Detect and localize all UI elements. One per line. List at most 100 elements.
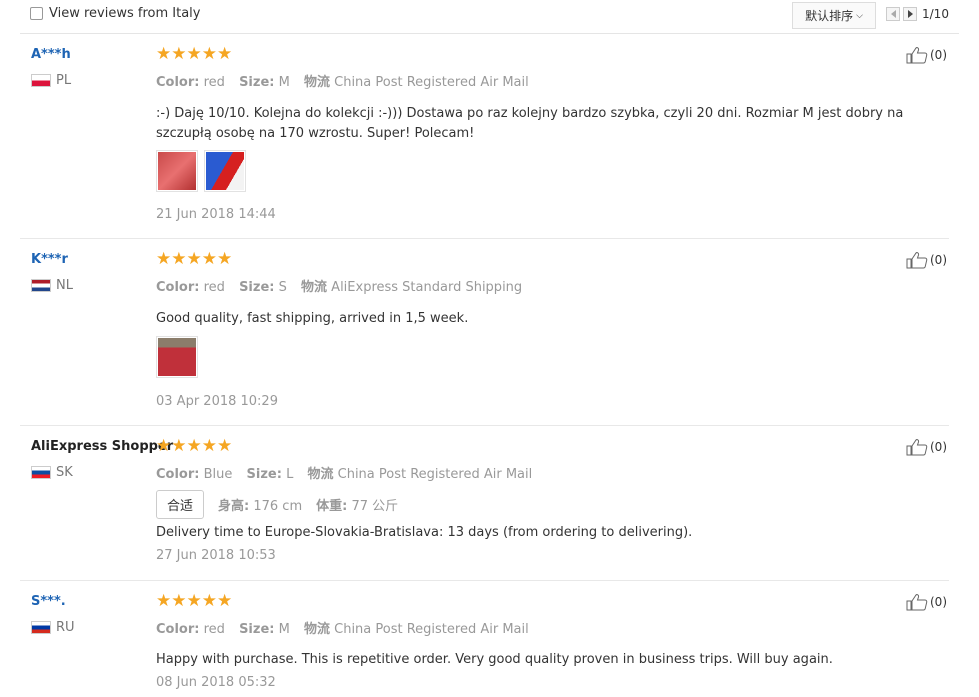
star-rating: ★ ★ ★ ★ ★ [156, 593, 232, 610]
size-value: M [278, 622, 290, 637]
country-code: RU [56, 620, 75, 635]
pagination: 1/10 [886, 7, 949, 21]
star-icon: ★ [156, 44, 172, 64]
fit-info: 合适 身高: 176 cm 体重: 77 公斤 [156, 490, 412, 519]
review-item: A***h PL ★ ★ ★ ★ ★ Color: red Size: M 物流 Chi… [20, 34, 949, 239]
helpful-button[interactable]: (0) [906, 46, 947, 64]
flag-pl-icon [31, 74, 51, 87]
star-rating: ★ ★ ★ ★ ★ [156, 251, 232, 268]
star-icon: ★ [217, 249, 233, 269]
helpful-button[interactable]: (0) [906, 438, 947, 456]
weight-value: 77 公斤 [351, 499, 399, 514]
arrow-right-icon [907, 10, 913, 18]
shipping-label: 物流 [307, 467, 334, 482]
order-info: Color: red Size: S 物流 AliExpress Standar… [156, 276, 522, 295]
color-label: Color: [156, 75, 200, 90]
helpful-button[interactable]: (0) [906, 251, 947, 269]
flag-sk-icon [31, 466, 51, 479]
helpful-count: (0) [930, 253, 947, 267]
reviewer-country: SK [31, 465, 73, 480]
shipping-value: China Post Registered Air Mail [334, 75, 529, 90]
arrow-left-icon [890, 10, 896, 18]
review-date: 21 Jun 2018 14:44 [156, 207, 276, 222]
size-label: Size: [239, 75, 275, 90]
prev-page-button[interactable] [886, 7, 900, 21]
sort-dropdown[interactable]: 默认排序 ⌵ [792, 2, 876, 29]
filter-country-checkbox[interactable] [30, 7, 43, 20]
star-icon: ★ [186, 436, 202, 456]
review-photos [156, 150, 252, 192]
fit-tag: 合适 [156, 490, 205, 519]
color-value: red [203, 280, 225, 295]
review-photo[interactable] [204, 150, 246, 192]
height-info: 身高: 176 cm [218, 495, 302, 514]
star-icon: ★ [201, 436, 217, 456]
thumbs-up-icon [906, 594, 928, 611]
page-indicator: 1/10 [922, 7, 949, 21]
height-value: 176 cm [253, 499, 303, 514]
chevron-down-icon: ⌵ [856, 10, 863, 21]
star-icon: ★ [217, 44, 233, 64]
size-value: S [278, 280, 287, 295]
country-code: SK [56, 465, 73, 480]
review-text: Good quality, fast shipping, arrived in … [156, 311, 469, 326]
color-value: Blue [203, 467, 233, 482]
review-text: Happy with purchase. This is repetitive … [156, 652, 833, 667]
shipping-value: China Post Registered Air Mail [337, 467, 533, 482]
reviewer-country: NL [31, 278, 73, 293]
helpful-button[interactable]: (0) [906, 593, 947, 611]
helpful-count: (0) [930, 595, 947, 609]
reviewer-name[interactable]: A***h [31, 47, 71, 62]
reviewer-name: AliExpress Shopper [31, 439, 174, 454]
review-photo[interactable] [156, 336, 198, 378]
star-icon: ★ [201, 591, 217, 611]
next-page-button[interactable] [903, 7, 917, 21]
star-icon: ★ [186, 249, 202, 269]
review-item: S***. RU ★ ★ ★ ★ ★ Color: red Size: M 物流 Chi… [20, 581, 949, 697]
filter-country-checkbox-row[interactable]: View reviews from Italy [30, 6, 200, 21]
review-date: 27 Jun 2018 10:53 [156, 548, 276, 563]
color-label: Color: [156, 622, 200, 637]
star-icon: ★ [201, 249, 217, 269]
reviewer-name[interactable]: S***. [31, 594, 66, 609]
review-item: AliExpress Shopper SK ★ ★ ★ ★ ★ Color: Blue … [20, 426, 949, 581]
review-date: 08 Jun 2018 05:32 [156, 675, 276, 690]
size-label: Size: [246, 467, 282, 482]
reviewer-name[interactable]: K***r [31, 252, 68, 267]
review-photos [156, 336, 204, 378]
size-label: Size: [239, 622, 275, 637]
shipping-label: 物流 [301, 280, 328, 295]
order-info: Color: red Size: M 物流 China Post Registe… [156, 71, 529, 90]
shipping-value: China Post Registered Air Mail [334, 622, 529, 637]
color-label: Color: [156, 280, 200, 295]
star-rating: ★ ★ ★ ★ ★ [156, 438, 232, 455]
star-icon: ★ [171, 44, 187, 64]
flag-ru-icon [31, 621, 51, 634]
review-text: :-) Daję 10/10. Kolejna do kolekcji :-))… [156, 106, 904, 141]
thumbs-up-icon [906, 252, 928, 269]
shipping-label: 物流 [303, 622, 330, 637]
star-icon: ★ [156, 436, 172, 456]
size-value: L [286, 467, 294, 482]
color-value: red [203, 75, 225, 90]
country-code: PL [56, 73, 72, 88]
shipping-label: 物流 [303, 75, 330, 90]
review-date: 03 Apr 2018 10:29 [156, 394, 278, 409]
country-code: NL [56, 278, 73, 293]
flag-nl-icon [31, 279, 51, 292]
size-label: Size: [239, 280, 275, 295]
star-icon: ★ [171, 591, 187, 611]
thumbs-up-icon [906, 47, 928, 64]
review-text: Delivery time to Europe-Slovakia-Bratisl… [156, 525, 693, 540]
review-photo[interactable] [156, 150, 198, 192]
reviewer-country: RU [31, 620, 75, 635]
thumbs-up-icon [906, 439, 928, 456]
star-icon: ★ [171, 436, 187, 456]
star-icon: ★ [217, 591, 233, 611]
reviewer-country: PL [31, 73, 71, 88]
reviews-toolbar: View reviews from Italy 默认排序 ⌵ 1/10 [0, 0, 979, 34]
sort-label: 默认排序 [805, 9, 854, 23]
star-icon: ★ [156, 591, 172, 611]
star-icon: ★ [171, 249, 187, 269]
color-value: red [203, 622, 225, 637]
